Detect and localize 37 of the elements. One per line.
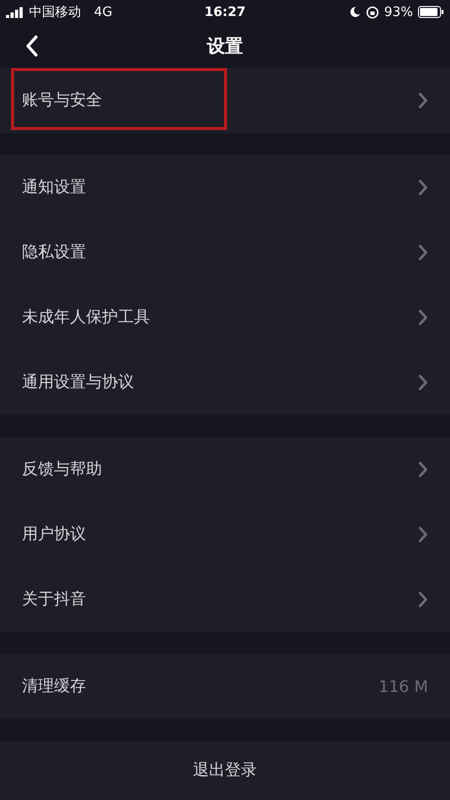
row-label: 隐私设置: [22, 242, 87, 263]
battery-icon: [418, 6, 444, 18]
chevron-right-icon: [418, 244, 428, 261]
chevron-right-icon: [418, 461, 428, 478]
chevron-right-icon: [418, 179, 428, 196]
row-label: 账号与安全: [22, 90, 103, 111]
chevron-right-icon: [418, 526, 428, 543]
settings-row[interactable]: 未成年人保护工具: [0, 285, 450, 350]
carrier-name: 中国移动: [29, 4, 81, 21]
settings-row[interactable]: 账号与安全: [0, 68, 450, 133]
chevron-right-icon: [418, 309, 428, 326]
row-label: 关于抖音: [22, 589, 87, 610]
row-label: 清理缓存: [22, 676, 87, 697]
settings-row[interactable]: 清理缓存 116 M: [0, 654, 450, 719]
row-label: 通用设置与协议: [22, 372, 135, 393]
signal-icon: [6, 6, 24, 18]
settings-row[interactable]: 用户协议: [0, 502, 450, 567]
row-label: 通知设置: [22, 177, 87, 198]
chevron-right-icon: [418, 374, 428, 391]
settings-row[interactable]: 隐私设置: [0, 220, 450, 285]
rotation-lock-icon: [366, 6, 380, 18]
network-type: 4G: [94, 4, 112, 20]
page-title: 设置: [207, 35, 243, 58]
moon-icon: [349, 6, 362, 18]
row-label: 用户协议: [22, 524, 87, 545]
chevron-right-icon: [418, 591, 428, 608]
row-label: 反馈与帮助: [22, 459, 103, 480]
row-label: 未成年人保护工具: [22, 307, 151, 328]
row-value: 116 M: [378, 677, 428, 696]
logout-button[interactable]: 退出登录: [0, 741, 450, 800]
clock-time: 16:27: [204, 4, 246, 20]
settings-row[interactable]: 通知设置: [0, 155, 450, 220]
settings-row[interactable]: 通用设置与协议: [0, 350, 450, 415]
chevron-right-icon: [418, 92, 428, 109]
settings-row[interactable]: 反馈与帮助: [0, 437, 450, 502]
settings-row[interactable]: 关于抖音: [0, 567, 450, 632]
battery-percent: 93%: [384, 4, 414, 20]
